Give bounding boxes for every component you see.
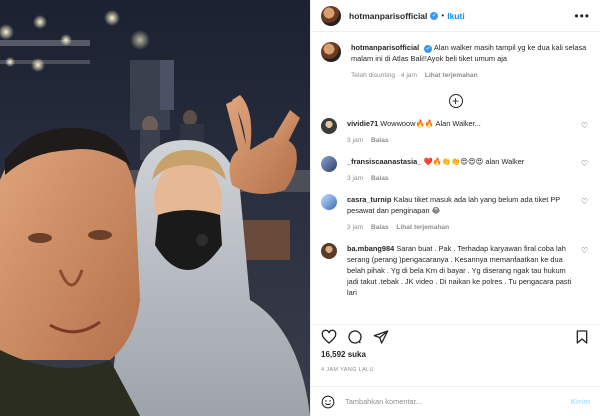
selfie-image (0, 0, 310, 416)
comment-row: _fransiscaanastasia_ ❤️🔥👏👏😍😍😍 alan Walke… (311, 156, 600, 184)
comment-time: 3 jam (347, 137, 364, 144)
comment-time: 3 jam (347, 224, 364, 231)
comment-row: ba.mbang984 Saran buat . Pak . Terhadap … (311, 243, 600, 298)
caption-edited: Telah disunting · 4 jam (351, 72, 417, 79)
reply-link[interactable]: Balas (371, 224, 389, 231)
caption-body: hotmanparisofficial ✓ Alan walker masih … (351, 42, 590, 81)
like-comment-heart-icon[interactable]: ♡ (581, 159, 588, 168)
add-comment-bar: Kirim (311, 386, 600, 416)
commenter-avatar[interactable] (321, 243, 337, 259)
comment-username[interactable]: _fransiscaanastasia_ (347, 157, 421, 166)
comment-time: 3 jam (347, 175, 364, 182)
comment-body: vividie71 Wowwoow🔥🔥 Alan Walker... 3 jam… (347, 118, 590, 146)
comment-meta: 3 jam Balas Lihat terjemahan (347, 222, 572, 233)
comments-section: hotmanparisofficial ✓ Alan walker masih … (311, 36, 600, 316)
comment-row: casra_turnip Kalau tiket masuk ada lah y… (311, 194, 600, 233)
emoji-smiley-icon[interactable] (321, 395, 335, 409)
commenter-avatar[interactable] (321, 156, 337, 172)
load-more-comments-icon[interactable]: + (448, 94, 463, 108)
reply-link[interactable]: Balas (371, 175, 389, 182)
author-avatar[interactable] (321, 5, 341, 26)
verified-badge-icon: ✓ (424, 45, 433, 53)
comment-text: ❤️🔥👏👏😍😍😍 alan Walker (423, 157, 525, 166)
comment-row: vividie71 Wowwoow🔥🔥 Alan Walker... 3 jam… (311, 118, 600, 146)
comment-text: Wowwoow🔥🔥 Alan Walker... (380, 119, 481, 128)
comment-body: _fransiscaanastasia_ ❤️🔥👏👏😍😍😍 alan Walke… (347, 156, 590, 184)
see-translation-link[interactable]: Lihat terjemahan (396, 224, 449, 231)
separator-dot: • (441, 11, 445, 20)
author-username[interactable]: hotmanparisofficial (349, 11, 427, 21)
like-comment-heart-icon[interactable]: ♡ (581, 121, 588, 130)
comment-username[interactable]: ba.mbang984 (347, 244, 394, 253)
comment-username[interactable]: vividie71 (347, 119, 378, 128)
post-header: hotmanparisofficial ✓ • Ikuti ••• (311, 0, 600, 32)
post-panel: hotmanparisofficial ✓ • Ikuti ••• hotman… (310, 0, 600, 416)
save-bookmark-icon[interactable] (574, 329, 590, 345)
post-timestamp[interactable]: 4 JAM YANG LALU (321, 367, 374, 373)
commenter-avatar[interactable] (321, 118, 337, 134)
share-paper-plane-icon[interactable] (373, 329, 389, 345)
verified-badge-icon: ✓ (430, 11, 439, 20)
caption: hotmanparisofficial ✓ Alan walker masih … (311, 36, 600, 81)
comment-bubble-icon[interactable] (347, 329, 363, 345)
like-comment-heart-icon[interactable]: ♡ (581, 246, 588, 255)
like-heart-icon[interactable] (321, 329, 337, 345)
post-comment-button[interactable]: Kirim (571, 397, 590, 406)
comment-body: ba.mbang984 Saran buat . Pak . Terhadap … (347, 243, 590, 298)
comment-body: casra_turnip Kalau tiket masuk ada lah y… (347, 194, 590, 233)
see-translation-link[interactable]: Lihat terjemahan (425, 72, 478, 79)
action-bar (311, 324, 600, 348)
comment-username[interactable]: casra_turnip (347, 195, 391, 204)
likes-count[interactable]: 16,592 suka (321, 350, 366, 359)
caption-meta: Telah disunting · 4 jam Lihat terjemahan (351, 70, 590, 81)
comment-input[interactable] (345, 397, 571, 406)
caption-username[interactable]: hotmanparisofficial (351, 43, 419, 52)
reply-link[interactable]: Balas (371, 137, 389, 144)
comment-meta: 3 jam Balas (347, 173, 572, 184)
caption-avatar[interactable] (321, 42, 341, 62)
commenter-avatar[interactable] (321, 194, 337, 210)
more-options-icon[interactable]: ••• (574, 9, 590, 23)
like-comment-heart-icon[interactable]: ♡ (581, 197, 588, 206)
comment-meta: 3 jam Balas (347, 135, 572, 146)
post-photo[interactable] (0, 0, 310, 416)
follow-button[interactable]: Ikuti (447, 11, 464, 21)
